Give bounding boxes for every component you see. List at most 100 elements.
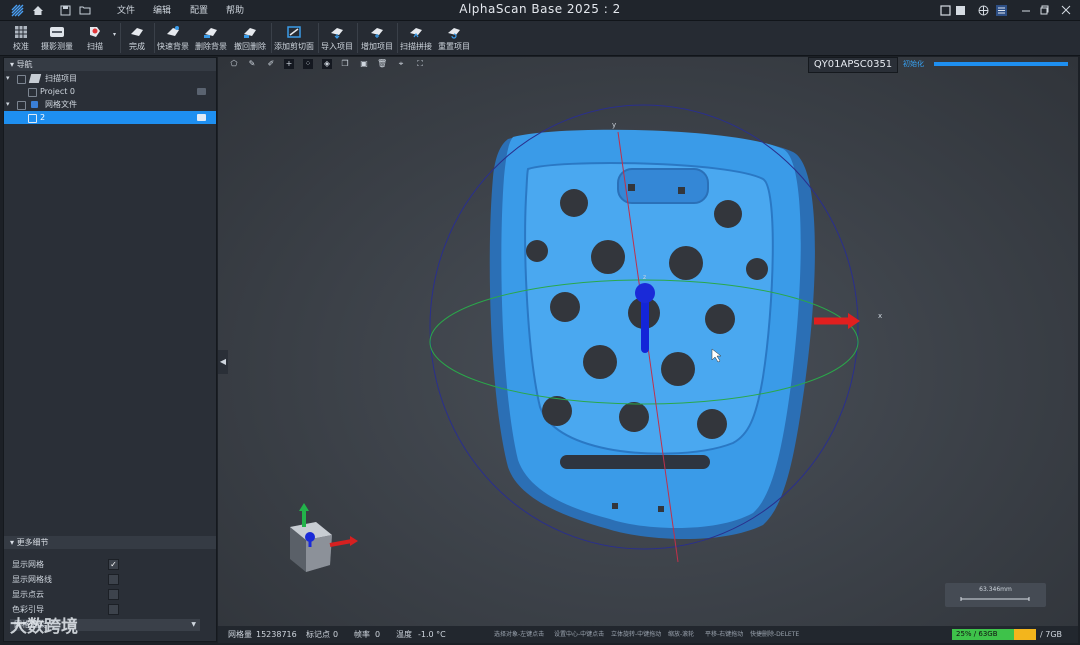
scale-ruler xyxy=(960,597,1030,601)
toolbar-label: 删除背景 xyxy=(195,42,227,51)
language-globe-icon[interactable] xyxy=(976,3,990,17)
grid-count-label: 网格量 xyxy=(228,630,252,639)
tree-item-scan-projects[interactable]: ▾ 扫描项目 xyxy=(4,72,216,85)
axis-z-label: z xyxy=(643,274,646,281)
mesh-folder-icon xyxy=(31,101,38,108)
axis-x-label: x xyxy=(878,312,882,320)
import-icon xyxy=(331,28,343,39)
toolbar-label: 完成 xyxy=(129,42,145,51)
marker-value: 0 xyxy=(333,630,339,639)
details-header[interactable]: ▾ 更多细节 xyxy=(4,536,216,549)
orientation-cube[interactable] xyxy=(290,503,358,572)
reset-project-button[interactable]: 重置项目 xyxy=(437,21,471,55)
toolbar-separator xyxy=(271,23,272,53)
tree-item-project-0[interactable]: Project 0 xyxy=(4,85,216,98)
toolbar-separator xyxy=(120,23,121,53)
show-mesh-checkbox[interactable]: ✓ xyxy=(108,559,119,570)
window-layout-icon[interactable] xyxy=(938,3,952,17)
status-bar: 网格量 15238716 标记点 0 帧率 0 温度 -1.0 °C 选择对象-… xyxy=(218,626,1078,643)
stitch-icon xyxy=(410,28,422,38)
visibility-eye-icon[interactable] xyxy=(197,88,206,95)
toolbar-label: 重置项目 xyxy=(438,42,470,51)
photogrammetry-button[interactable]: 摄影测量 xyxy=(39,21,75,55)
tree-item-mesh-files[interactable]: ▾ 网格文件 xyxy=(4,98,216,111)
camera-icon xyxy=(50,27,64,37)
option-show-point-cloud-label: 显示点云 xyxy=(12,590,44,599)
cut-plane-icon xyxy=(287,26,301,38)
visibility-eye-icon[interactable] xyxy=(197,114,206,121)
chevron-down-icon: ▼ xyxy=(191,621,196,628)
show-mesh-lines-checkbox[interactable] xyxy=(108,574,119,585)
toolbar-label: 扫描 xyxy=(87,42,103,51)
expand-arrow-icon[interactable]: ▾ xyxy=(6,72,10,85)
scene-canvas: y x z xyxy=(290,104,882,572)
delete-background-button[interactable]: 删除背景 xyxy=(195,21,227,55)
grid-icon xyxy=(15,26,27,38)
navigator-title: 导航 xyxy=(16,60,33,69)
scan-folder-icon xyxy=(28,74,42,83)
checkbox-icon[interactable] xyxy=(17,101,26,110)
memory-usage-badge: 25% / 63GB xyxy=(952,629,1016,640)
scale-label: 63.346mm xyxy=(979,586,1012,593)
tree-label: 网格文件 xyxy=(45,100,77,109)
tree-label: Project 0 xyxy=(40,87,76,96)
undo-delete-icon xyxy=(244,28,256,38)
add-cut-plane-button[interactable]: 添加剪切面 xyxy=(274,21,314,55)
checkbox-icon[interactable] xyxy=(28,114,37,123)
toolbar-label: 快速背景 xyxy=(157,42,189,51)
hint-delete: 快捷删除-DELETE xyxy=(750,631,800,638)
details-title: 更多细节 xyxy=(16,538,49,547)
fps-label: 帧率 xyxy=(354,630,370,639)
scan-dropdown-arrow-icon[interactable]: ▾ xyxy=(113,31,116,38)
finish-button[interactable]: 完成 xyxy=(124,21,150,55)
expand-arrow-icon[interactable]: ▾ xyxy=(6,98,10,111)
reset-icon xyxy=(448,28,460,39)
hint-rotate: 立体旋转-中键拖动 xyxy=(611,631,662,638)
scanned-mesh-model[interactable] xyxy=(489,129,815,540)
toolbar-label: 校准 xyxy=(13,42,29,51)
quick-background-icon xyxy=(167,26,179,36)
delete-background-icon xyxy=(204,28,217,38)
axis-y-label: y xyxy=(612,121,616,129)
fps-value: 0 xyxy=(375,630,381,639)
quick-background-button[interactable]: 快速背景 xyxy=(157,21,189,55)
toolbar-separator xyxy=(357,23,358,53)
panel-toggle-icon[interactable] xyxy=(953,3,967,17)
toolbar-separator xyxy=(318,23,319,53)
restore-icon[interactable] xyxy=(1038,3,1052,17)
hint-select: 选择对象-左键点击 xyxy=(494,631,545,638)
checkbox-icon[interactable] xyxy=(28,88,37,97)
settings-menu-icon[interactable] xyxy=(994,3,1008,17)
tree-label: 扫描项目 xyxy=(45,74,77,83)
navigator-header[interactable]: ▾ 导航 xyxy=(4,58,216,71)
show-point-cloud-checkbox[interactable] xyxy=(108,589,119,600)
scan-button[interactable]: 扫描 xyxy=(81,21,109,55)
toolbar-label: 摄影测量 xyxy=(41,42,73,51)
watermark-text: 大数跨境 xyxy=(10,617,78,637)
color-guide-checkbox[interactable] xyxy=(108,604,119,615)
import-project-button[interactable]: 导入项目 xyxy=(321,21,353,55)
toolbar-label: 撤回删除 xyxy=(234,42,266,51)
3d-viewport[interactable]: ⬠ ✎ ✐ + ⁘ ◈ ❐ ▣ 🗑︎ ⌖ ⛶ QY01APSC0351 初始化 xyxy=(218,57,1078,626)
scan-stitch-button[interactable]: 扫描拼接 xyxy=(399,21,433,55)
undo-delete-button[interactable]: 撤回删除 xyxy=(233,21,267,55)
option-show-mesh-lines-label: 显示网格线 xyxy=(12,575,52,584)
option-show-mesh-label: 显示网格 xyxy=(12,560,44,569)
toolbar-label: 增加项目 xyxy=(361,42,393,51)
toolbar-separator xyxy=(397,23,398,53)
hint-zoom: 缩放-滚轮 xyxy=(668,631,695,638)
calibrate-button[interactable]: 校准 xyxy=(7,21,35,55)
tree-item-mesh-2[interactable]: 2 xyxy=(4,111,216,124)
minimize-icon[interactable] xyxy=(1019,3,1033,17)
close-icon[interactable] xyxy=(1059,3,1073,17)
grid-count-value: 15238716 xyxy=(256,630,297,639)
checkbox-icon[interactable] xyxy=(17,75,26,84)
scale-bar: 63.346mm xyxy=(945,583,1046,607)
panel-collapse-button[interactable]: ◀ xyxy=(218,350,228,374)
gpu-memory-label: / 7GB xyxy=(1040,630,1063,639)
toolbar-separator xyxy=(154,23,155,53)
marker-label: 标记点 xyxy=(306,630,330,639)
add-project-button[interactable]: 增加项目 xyxy=(360,21,394,55)
hint-pan: 平移-右键拖动 xyxy=(705,631,744,638)
toolbar-label: 导入项目 xyxy=(321,42,353,51)
